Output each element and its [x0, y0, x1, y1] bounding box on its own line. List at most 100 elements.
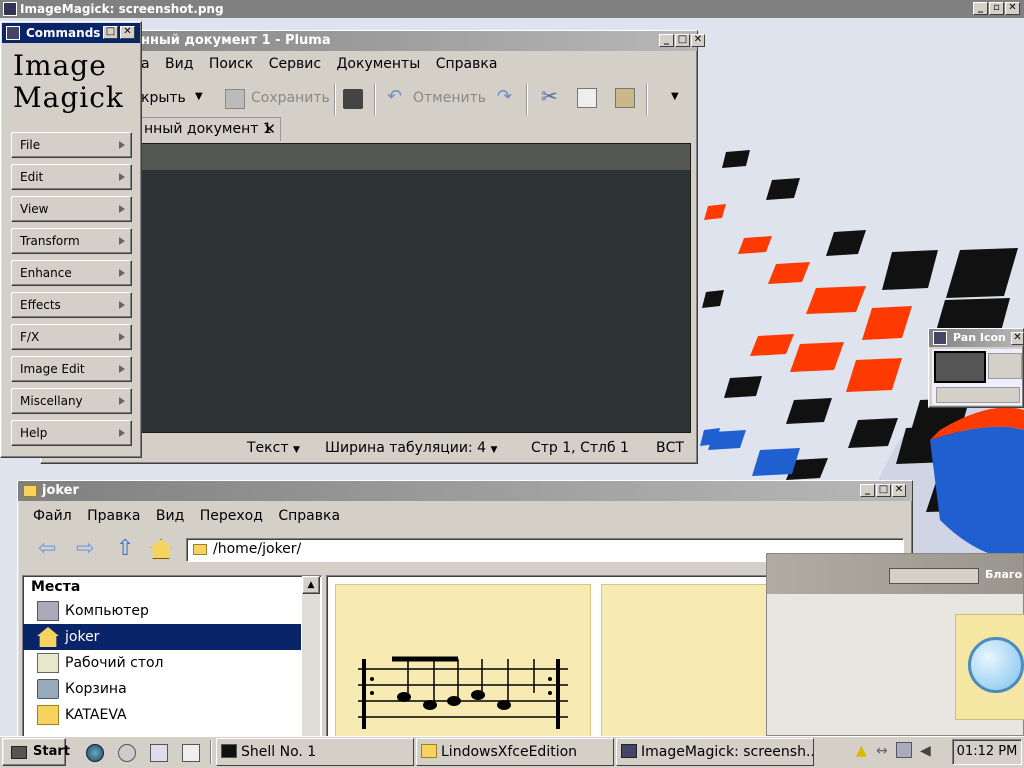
notification-icon[interactable]: ▲	[856, 742, 874, 760]
cmd-image-edit-button[interactable]: Image Edit	[11, 356, 132, 382]
location-folder-icon	[193, 544, 207, 555]
cmd-edit-button[interactable]: Edit	[11, 164, 132, 190]
place-desktop[interactable]: Рабочий стол	[23, 650, 301, 676]
place-computer-label: Компьютер	[65, 603, 149, 619]
print-icon[interactable]	[343, 89, 363, 109]
forward-arrow-icon[interactable]: ⇨	[76, 537, 94, 561]
main-restore-button[interactable]: ▫	[989, 2, 1004, 15]
sound-icon[interactable]	[118, 744, 136, 762]
browser-icon[interactable]	[86, 744, 104, 762]
place-desktop-label: Рабочий стол	[65, 655, 164, 671]
cmd-transform-button[interactable]: Transform	[11, 228, 132, 254]
cmd-file-button[interactable]: File	[11, 132, 132, 158]
place-kataeva[interactable]: KATAEVA	[23, 702, 301, 728]
menu-file[interactable]: а	[141, 56, 150, 72]
pluma-minimize-button[interactable]: _	[659, 34, 674, 47]
location-path: /home/joker/	[213, 541, 302, 557]
music-folder-item[interactable]	[335, 584, 591, 738]
open-dropdown-arrow[interactable]: ▼	[195, 87, 203, 107]
cut-icon[interactable]: ✂	[541, 86, 558, 106]
fm-close-button[interactable]: ✕	[892, 484, 906, 497]
pluma-maximize-button[interactable]: □	[675, 34, 690, 47]
main-close-button[interactable]: ✕	[1005, 2, 1020, 15]
pan-window-icon	[933, 331, 947, 345]
fm-menu-help[interactable]: Справка	[278, 508, 340, 524]
submenu-arrow-icon	[119, 429, 125, 437]
task-lindows[interactable]: LindowsXfceEdition	[416, 738, 614, 766]
document-tab[interactable]: нный документ 1 ✕	[139, 117, 281, 141]
place-computer[interactable]: Компьютер	[23, 598, 301, 624]
cmd-enhance-button[interactable]: Enhance	[11, 260, 132, 286]
network-arrows-icon[interactable]: ↔	[876, 742, 894, 760]
document-tab-label: нный документ 1	[144, 121, 272, 137]
cmd-help-button[interactable]: Help	[11, 420, 132, 446]
commands-window: Commands □ ✕ Image Magick File Edit View…	[0, 21, 142, 458]
fm-maximize-button[interactable]: □	[876, 484, 891, 497]
close-tab-icon[interactable]: ✕	[263, 118, 276, 140]
fm-menu-view[interactable]: Вид	[156, 508, 184, 524]
volume-icon[interactable]: ◀	[920, 742, 938, 760]
commands-close-button[interactable]: ✕	[120, 26, 135, 39]
cmd-miscellany-button[interactable]: Miscellany	[11, 388, 132, 414]
copy-icon[interactable]	[577, 88, 597, 108]
back-arrow-icon[interactable]: ⇦	[38, 537, 56, 561]
paste-icon[interactable]	[615, 88, 635, 108]
place-trash[interactable]: Корзина	[23, 676, 301, 702]
open-button[interactable]: крыть	[141, 88, 186, 108]
desktop-icon	[37, 653, 59, 673]
task-imagemagick-label: ImageMagick: screensh...	[641, 744, 814, 760]
network-computers-icon[interactable]	[896, 742, 912, 758]
save-button[interactable]: Сохранить	[251, 88, 330, 108]
pan-thumbnail-strip	[936, 387, 1020, 403]
clock[interactable]: 01:12 PM	[952, 739, 1022, 765]
submenu-arrow-icon	[119, 173, 125, 181]
redo-icon[interactable]: ↷	[497, 87, 512, 107]
cmd-view-button[interactable]: View	[11, 196, 132, 222]
task-imagemagick[interactable]: ImageMagick: screensh...	[616, 738, 814, 766]
commands-title: Commands	[26, 26, 101, 40]
pan-icon-window: Pan Icon ✕	[928, 328, 1024, 408]
up-arrow-icon[interactable]: ⇧	[116, 537, 134, 561]
imagemagick-main-titlebar[interactable]: ImageMagick: screenshot.png _ ▫ ✕	[0, 0, 1024, 18]
home-folder-icon	[23, 485, 37, 497]
home-icon[interactable]	[150, 539, 172, 559]
fm-menu-go[interactable]: Переход	[200, 508, 263, 524]
commands-maximize-button[interactable]: □	[103, 26, 118, 39]
place-trash-label: Корзина	[65, 681, 127, 697]
pan-close-button[interactable]: ✕	[1011, 332, 1024, 345]
sidebar-scrollbar[interactable]: ▲	[302, 576, 320, 738]
start-button[interactable]: Start	[2, 738, 70, 766]
menu-view[interactable]: Вид	[165, 56, 193, 72]
cmd-effects-button[interactable]: Effects	[11, 292, 132, 318]
fm-minimize-button[interactable]: _	[860, 484, 875, 497]
pan-viewport-frame[interactable]	[934, 351, 986, 383]
welcome-titlebar[interactable]: Благо	[767, 554, 1023, 594]
cmd-miscellany-label: Miscellany	[20, 394, 83, 408]
find-icon[interactable]	[150, 744, 168, 762]
tab-width-selector[interactable]: Ширина табуляции: 4 ▼	[325, 437, 497, 461]
submenu-arrow-icon	[119, 333, 125, 341]
menu-help[interactable]: Справка	[436, 56, 498, 72]
fm-menu-edit[interactable]: Правка	[87, 508, 140, 524]
pan-preview[interactable]	[932, 349, 1022, 405]
task-shell[interactable]: Shell No. 1	[216, 738, 414, 766]
edit-icon[interactable]	[182, 744, 200, 762]
cmd-fx-label: F/X	[20, 330, 40, 344]
pluma-close-button[interactable]: ✕	[691, 34, 705, 47]
language-selector[interactable]: Текст ▼	[247, 437, 300, 461]
place-home[interactable]: joker	[23, 624, 301, 650]
fm-menu-file[interactable]: Файл	[33, 508, 72, 524]
undo-button[interactable]: Отменить	[413, 88, 486, 108]
cmd-fx-button[interactable]: F/X	[11, 324, 132, 350]
toolbar-overflow-arrow[interactable]: ▼	[671, 87, 679, 107]
menu-documents[interactable]: Документы	[336, 56, 420, 72]
pan-icon-title: Pan Icon	[953, 331, 1006, 344]
editor-area[interactable]	[139, 143, 691, 433]
file-manager-titlebar[interactable]: joker	[18, 481, 912, 501]
pan-icon-titlebar[interactable]: Pan Icon	[929, 329, 1023, 347]
imagemagick-icon	[3, 2, 17, 16]
scroll-up-button[interactable]: ▲	[302, 576, 320, 594]
main-minimize-button[interactable]: _	[973, 2, 988, 15]
menu-search[interactable]: Поиск	[209, 56, 253, 72]
menu-tools[interactable]: Сервис	[269, 56, 321, 72]
